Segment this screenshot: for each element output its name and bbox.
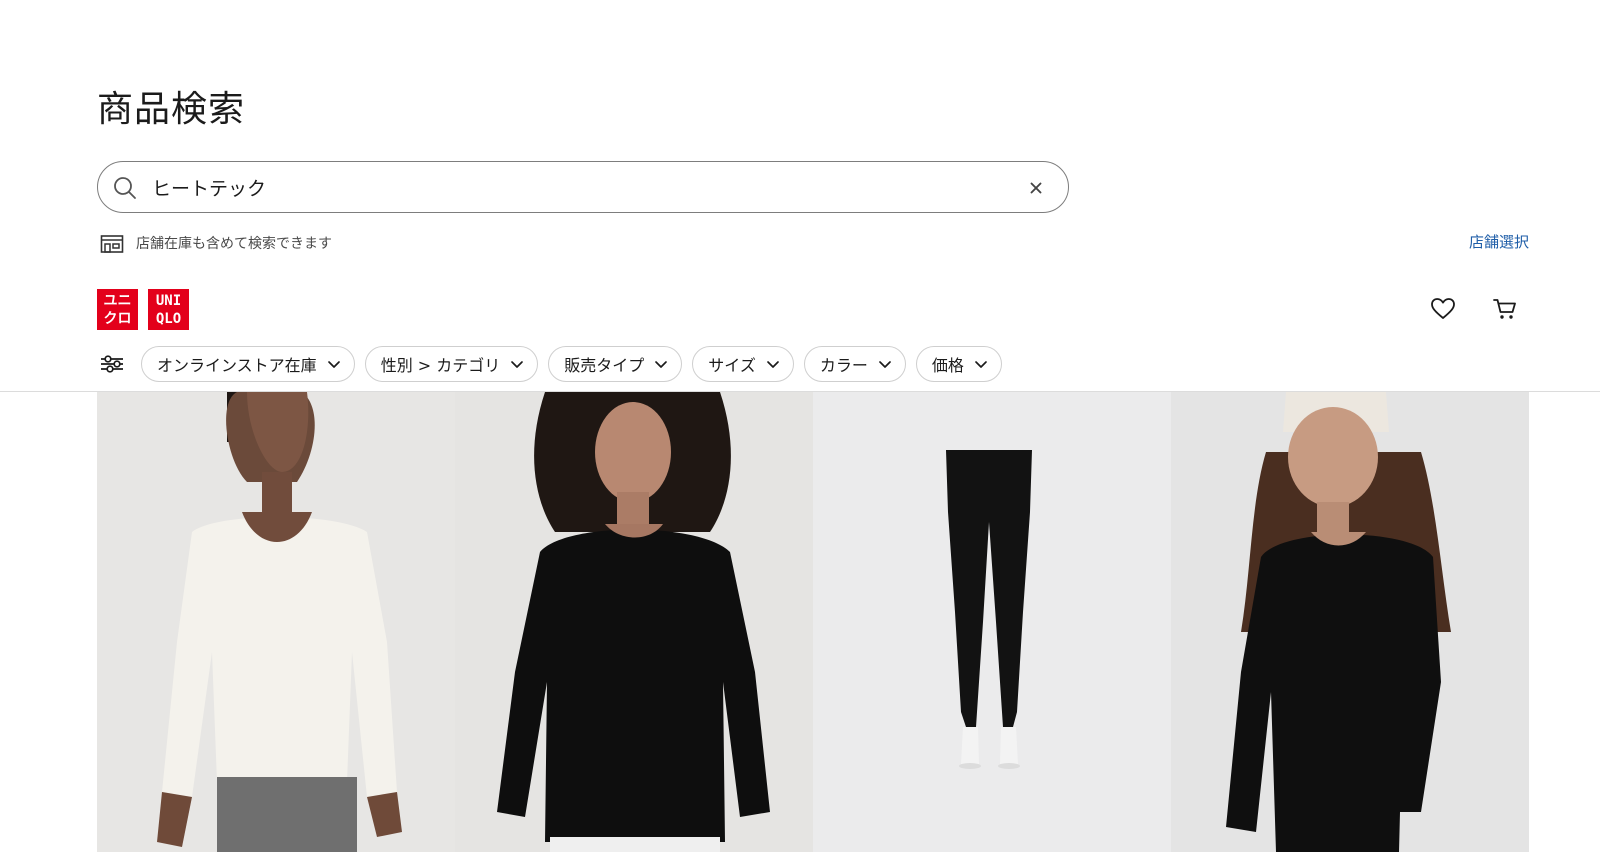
- filter-chip-color[interactable]: カラー: [803, 346, 906, 382]
- close-icon[interactable]: [1026, 178, 1046, 198]
- store-inventory-note-text: 店舗在庫も含めて検索できます: [136, 236, 332, 252]
- filter-chip-label: オンラインストア在庫: [157, 356, 317, 375]
- store-inventory-note: 店舗在庫も含めて検索できます: [100, 232, 332, 254]
- chevron-down-icon: [511, 361, 524, 368]
- filter-chip-size[interactable]: サイズ: [692, 346, 794, 382]
- uniqlo-logo[interactable]: ユニ クロ UNI QLO: [97, 289, 199, 330]
- product-card-3[interactable]: [813, 392, 1171, 852]
- filter-chip-sales-type[interactable]: 販売タイプ: [548, 346, 683, 382]
- logo-text: クロ: [103, 310, 132, 327]
- chevron-down-icon: [655, 361, 668, 368]
- page-title: 商品検索: [97, 89, 246, 131]
- chevron-down-icon: [878, 361, 891, 368]
- filter-chip-online-stock[interactable]: オンラインストア在庫: [141, 346, 355, 382]
- product-image-black-top-beanie: [1171, 392, 1529, 852]
- filter-chip-label: 性別 > カテゴリ: [380, 356, 501, 375]
- product-card-1[interactable]: [97, 392, 455, 852]
- filter-chip-label: 価格: [931, 356, 964, 375]
- store-select-link[interactable]: 店舗選択: [1469, 231, 1529, 252]
- search-icon: [114, 177, 136, 199]
- cart-icon[interactable]: [1492, 296, 1518, 322]
- store-icon: [100, 235, 124, 253]
- logo-block-latin: UNI QLO: [148, 289, 189, 330]
- filter-chip-label: サイズ: [708, 356, 756, 375]
- filter-bar: オンラインストア在庫 性別 > カテゴリ 販売タイプ サイズ カラー 価格: [97, 344, 1012, 384]
- product-image-black-top: [455, 392, 813, 852]
- product-image-black-leggings: [813, 392, 1171, 852]
- filter-settings-icon[interactable]: [97, 349, 127, 379]
- heart-icon[interactable]: [1430, 296, 1456, 322]
- filter-chip-label: カラー: [819, 356, 868, 375]
- filter-chip-label: 販売タイプ: [564, 356, 645, 375]
- product-image-white-top: [97, 392, 455, 852]
- logo-text: UNI: [155, 292, 182, 309]
- product-search-page: 商品検索 店舗在庫も含めて検索できます 店舗選択 ユニ クロ UNI QLO: [0, 0, 1600, 868]
- search-input[interactable]: [152, 170, 992, 204]
- product-card-2[interactable]: [455, 392, 813, 852]
- filter-chip-gender-category[interactable]: 性別 > カテゴリ: [364, 346, 539, 382]
- product-grid: [97, 392, 1529, 852]
- logo-block-katakana: ユニ クロ: [97, 289, 138, 330]
- filter-chip-price[interactable]: 価格: [915, 346, 1002, 382]
- logo-text: ユニ: [103, 292, 132, 309]
- product-card-4[interactable]: [1171, 392, 1529, 852]
- chevron-down-icon: [975, 361, 987, 368]
- search-box[interactable]: [97, 161, 1069, 213]
- chevron-down-icon: [766, 361, 779, 368]
- header-actions: [1394, 296, 1518, 322]
- chevron-down-icon: [327, 361, 340, 368]
- logo-text: QLO: [155, 310, 182, 327]
